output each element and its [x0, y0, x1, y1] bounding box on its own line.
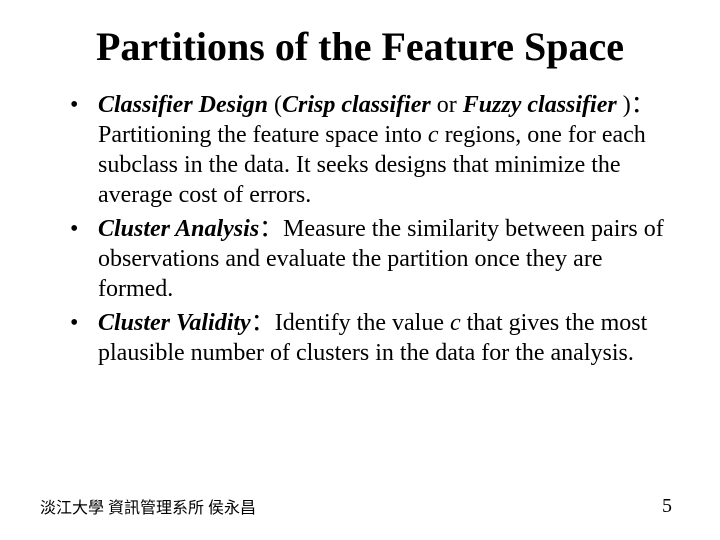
- separator: ：: [631, 92, 655, 118]
- slide: Partitions of the Feature Space Classifi…: [0, 0, 720, 540]
- term-crisp-classifier: Crisp classifier: [282, 92, 431, 118]
- bullet-item-cluster-validity: Cluster Validity：Identify the value c th…: [70, 308, 670, 368]
- term-classifier-design: Classifier Design: [98, 92, 268, 118]
- body-text: Identify the value: [275, 310, 450, 336]
- paren-close: ): [623, 92, 631, 118]
- term-cluster-analysis: Cluster Analysis: [98, 216, 259, 242]
- body-text: Partitioning the feature space into: [98, 122, 428, 148]
- variable-c: c: [428, 122, 439, 148]
- page-number: 5: [662, 495, 672, 518]
- bullet-item-cluster-analysis: Cluster Analysis：Measure the similarity …: [70, 214, 670, 304]
- bullet-item-classifier-design: Classifier Design (Crisp classifier or F…: [70, 90, 670, 210]
- footer-text: 淡江大學 資訊管理系所 侯永昌: [40, 494, 256, 518]
- term-cluster-validity: Cluster Validity: [98, 310, 251, 336]
- separator: ：: [251, 310, 275, 336]
- paren-open: (: [268, 92, 282, 118]
- separator: ：: [259, 216, 283, 242]
- bullet-list: Classifier Design (Crisp classifier or F…: [40, 90, 680, 368]
- term-fuzzy-classifier: Fuzzy classifier: [463, 92, 623, 118]
- text-or: or: [431, 92, 463, 118]
- page-title: Partitions of the Feature Space: [40, 24, 680, 70]
- variable-c: c: [450, 310, 461, 336]
